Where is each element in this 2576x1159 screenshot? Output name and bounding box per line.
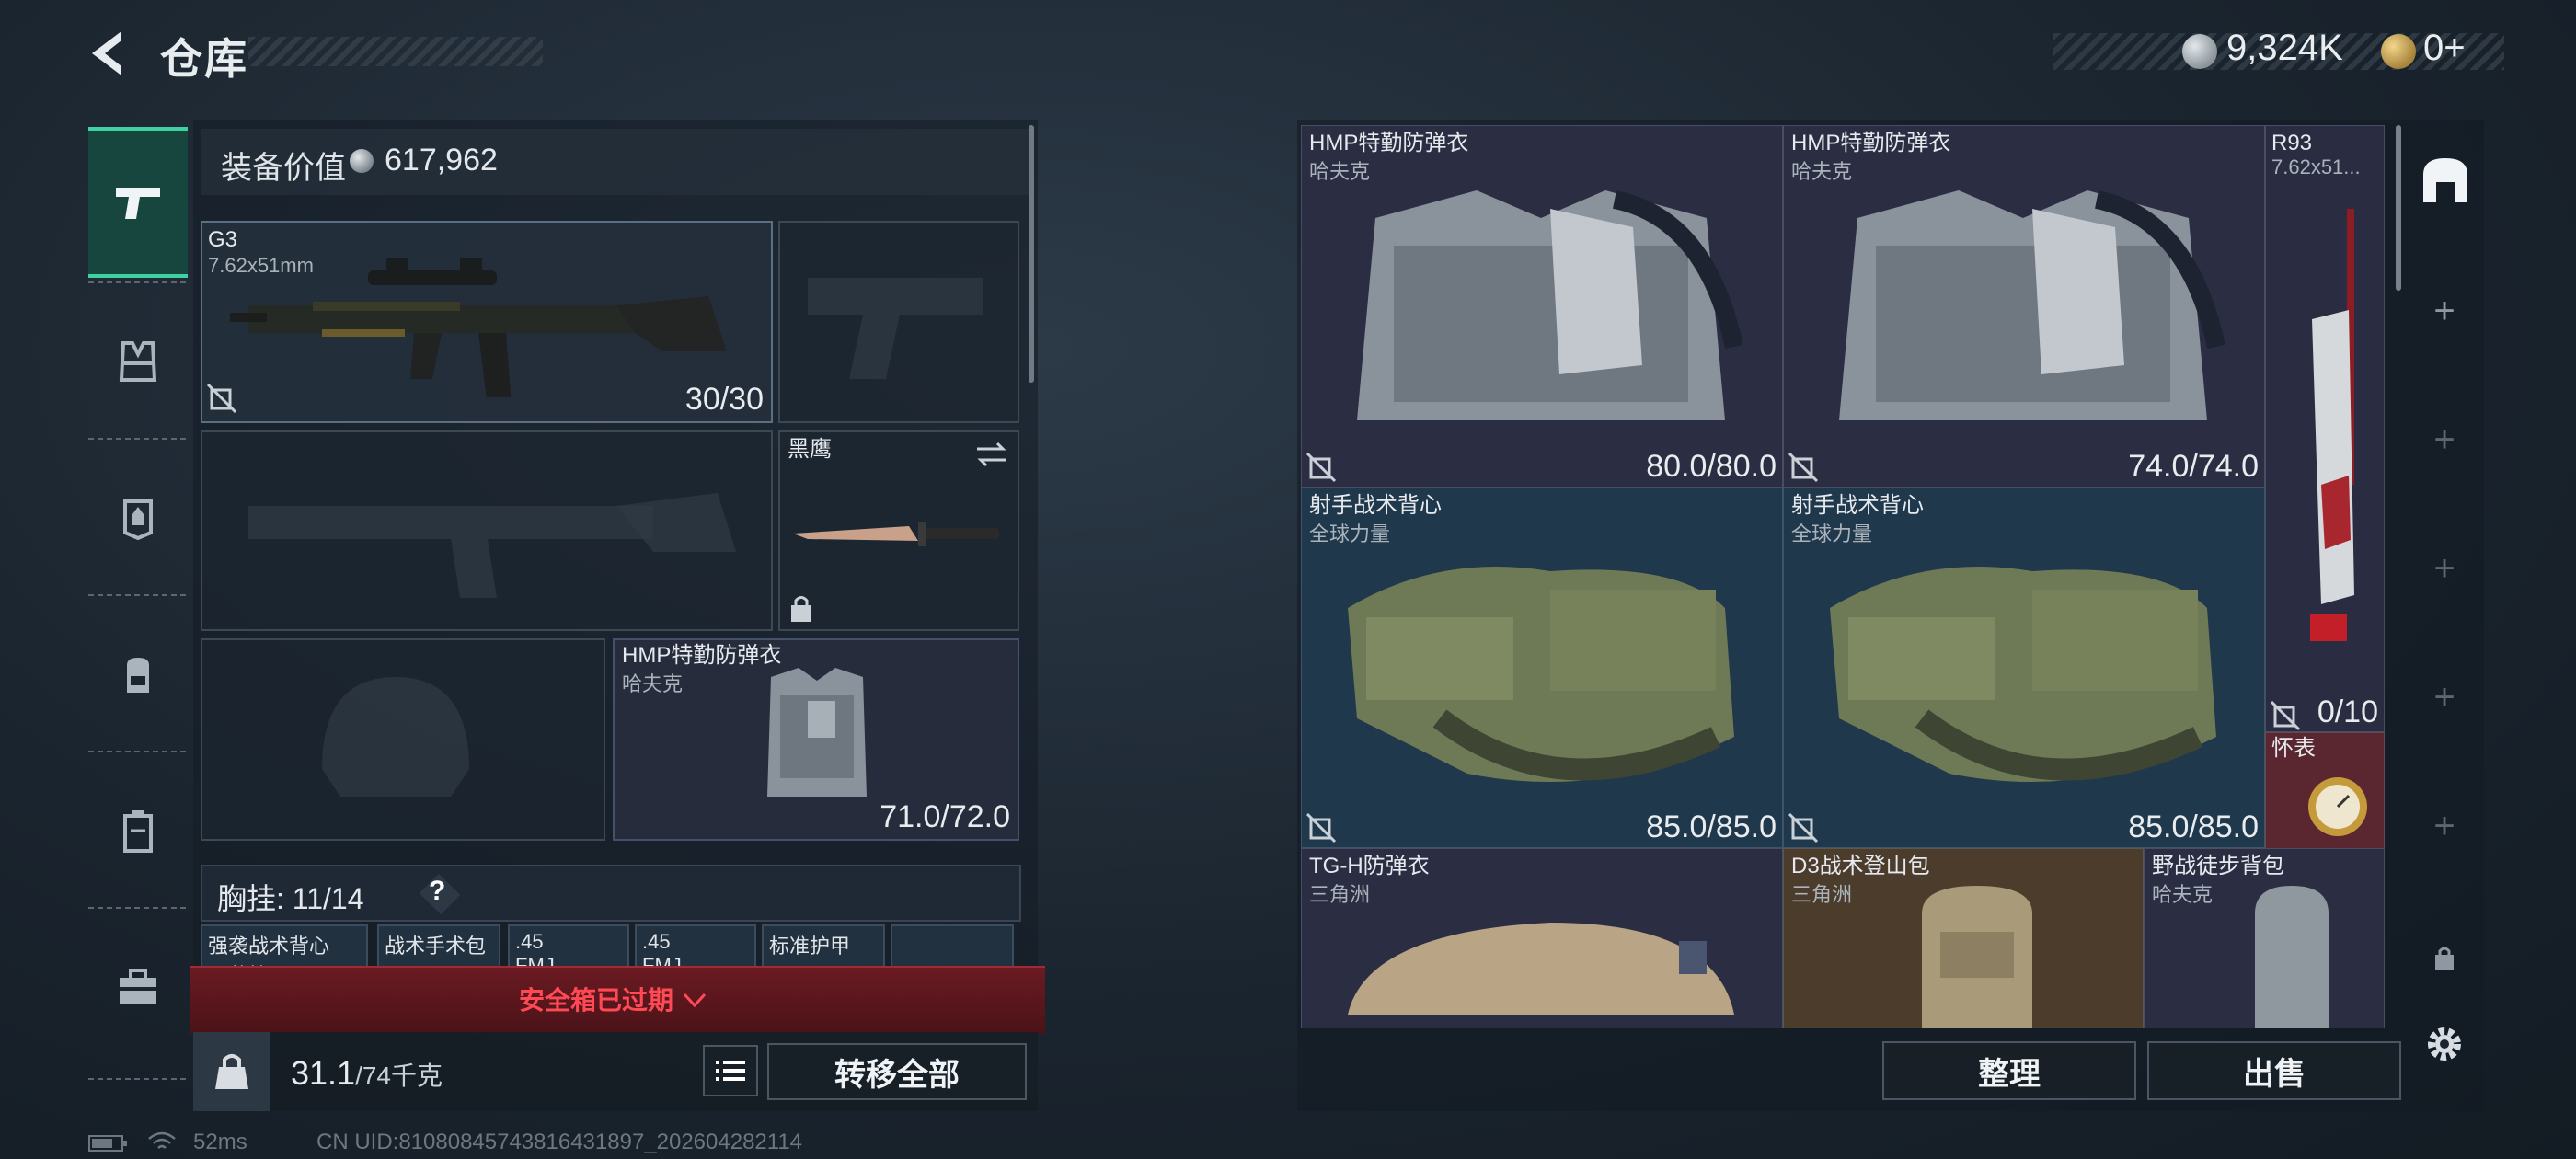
lock-icon bbox=[2435, 947, 2454, 970]
battery-icon bbox=[88, 1135, 127, 1152]
premium-currency-amount[interactable]: 0+ bbox=[2423, 28, 2466, 69]
transfer-all-button[interactable]: 转移全部 bbox=[767, 1043, 1027, 1100]
plus-icon[interactable]: + bbox=[2405, 291, 2484, 332]
rifle-image bbox=[230, 258, 727, 397]
rig-label: 胸挂: 11/14 bbox=[217, 882, 364, 915]
storage-item[interactable]: HMP特勤防弹衣 哈夫克 74.0/74.0 bbox=[1783, 125, 2265, 488]
help-icon[interactable]: ? bbox=[429, 876, 445, 907]
item-brand: 哈夫克 bbox=[622, 672, 684, 695]
vest-image bbox=[1357, 190, 1743, 420]
rifle-placeholder-icon bbox=[248, 493, 736, 598]
storage-item[interactable]: 射手战术背心 全球力量 85.0/85.0 bbox=[1783, 488, 2265, 848]
plus-icon[interactable]: + bbox=[2405, 677, 2484, 718]
storage-item[interactable]: D3战术登山包 三角洲 bbox=[1783, 848, 2144, 1028]
weapon-icon bbox=[116, 188, 160, 219]
chevron-down-icon bbox=[683, 993, 706, 1008]
list-view-button[interactable] bbox=[703, 1045, 758, 1096]
plus-icon[interactable]: + bbox=[2405, 548, 2484, 590]
storage-scrollbar[interactable] bbox=[2396, 125, 2401, 291]
plus-icon[interactable]: + bbox=[2405, 419, 2484, 461]
no-insure-icon bbox=[206, 383, 237, 414]
category-sidebar bbox=[88, 118, 188, 1084]
backpack-icon bbox=[127, 658, 149, 693]
durability: 71.0/72.0 bbox=[880, 799, 1010, 834]
pistol-slot[interactable] bbox=[778, 221, 1019, 423]
helmet-slot[interactable] bbox=[201, 638, 605, 841]
settings-icon[interactable] bbox=[2421, 1021, 2467, 1067]
storage-item[interactable]: 怀表 bbox=[2265, 732, 2385, 852]
carry-weight: 31.1/74千克 bbox=[291, 1054, 443, 1092]
primary-weapon-slot[interactable]: G3 7.62x51mm 30/30 bbox=[201, 221, 773, 423]
case-icon bbox=[123, 810, 153, 853]
chest-rig-image bbox=[1830, 567, 2216, 782]
loadout-value: 617,962 bbox=[385, 143, 498, 178]
chest-rig-image bbox=[1348, 567, 1734, 782]
storage-item[interactable]: 射手战术背心 全球力量 85.0/85.0 bbox=[1301, 488, 1783, 848]
page-title: 仓库 bbox=[160, 35, 248, 83]
sniper-rifle-image bbox=[2310, 209, 2354, 641]
rig-icon bbox=[119, 341, 157, 382]
armor-vest-image bbox=[1348, 923, 1734, 1015]
coin-icon bbox=[350, 149, 374, 173]
loadout-value-label: 装备价值 bbox=[221, 151, 346, 186]
pistol-placeholder-icon bbox=[808, 278, 983, 379]
coin-icon bbox=[2182, 34, 2217, 69]
home-icon bbox=[2423, 158, 2467, 202]
tab-cases[interactable] bbox=[88, 762, 188, 900]
toolbox-icon bbox=[120, 969, 156, 1004]
sell-button[interactable]: 出售 bbox=[2147, 1041, 2401, 1100]
storage-item[interactable]: HMP特勤防弹衣 哈夫克 80.0/80.0 bbox=[1301, 125, 1783, 488]
list-icon bbox=[716, 1061, 745, 1081]
storage-grid: HMP特勤防弹衣 哈夫克 80.0/80.0 HMP特勤防弹衣 哈夫克 74.0… bbox=[1301, 125, 2385, 1028]
title-decoration bbox=[248, 37, 543, 66]
back-button[interactable] bbox=[85, 26, 140, 81]
no-insure-icon bbox=[1305, 812, 1337, 843]
vest-image bbox=[767, 668, 867, 797]
backpack-image bbox=[2255, 886, 2329, 1028]
vest-image bbox=[1839, 190, 2225, 420]
user-uid: CN UID:81080845743816431897_202604282114 bbox=[316, 1130, 803, 1154]
currency-amount: 9,324K bbox=[2226, 28, 2343, 68]
tab-rigs[interactable] bbox=[88, 293, 188, 430]
tab-armor[interactable] bbox=[88, 449, 188, 587]
storage-item[interactable]: R93 7.62x51... 0/10 bbox=[2265, 125, 2385, 732]
item-name: 黑鹰 bbox=[788, 437, 832, 462]
storage-item[interactable]: 野战徒步背包 哈夫克 bbox=[2144, 848, 2385, 1028]
plus-icon[interactable]: + bbox=[2405, 806, 2484, 847]
pocket-watch-image bbox=[2308, 777, 2367, 836]
backpack-image bbox=[1922, 886, 2032, 1028]
knife-image bbox=[793, 522, 999, 546]
melee-slot[interactable]: 黑鹰 bbox=[778, 430, 1019, 631]
no-insure-icon bbox=[1788, 452, 1819, 483]
secondary-weapon-slot[interactable] bbox=[201, 430, 773, 631]
premium-coin-icon bbox=[2381, 34, 2416, 69]
storage-home-tab[interactable] bbox=[2418, 153, 2473, 212]
sort-button[interactable]: 整理 bbox=[1882, 1041, 2136, 1100]
armor-slot[interactable]: HMP特勤防弹衣 哈夫克 71.0/72.0 bbox=[613, 638, 1019, 841]
weight-icon bbox=[215, 1054, 248, 1089]
armor-icon bbox=[123, 499, 153, 540]
storage-page-strip: + + + + + bbox=[2405, 125, 2484, 1111]
wifi-icon bbox=[148, 1131, 176, 1149]
back-arrow-icon bbox=[92, 31, 121, 75]
tab-tools[interactable] bbox=[88, 918, 188, 1056]
ping: 52ms bbox=[193, 1130, 247, 1154]
ammo-count: 30/30 bbox=[684, 382, 764, 417]
swap-icon[interactable] bbox=[973, 440, 1010, 469]
loadout-scrollbar[interactable] bbox=[1029, 125, 1034, 383]
tab-backpacks[interactable] bbox=[88, 605, 188, 743]
lock-icon bbox=[791, 596, 811, 622]
helmet-placeholder-icon bbox=[322, 677, 469, 797]
no-insure-icon bbox=[1788, 812, 1819, 843]
storage-item[interactable]: TG-H防弹衣 三角洲 bbox=[1301, 848, 1783, 1028]
weight-box bbox=[193, 1032, 270, 1111]
no-insure-icon bbox=[1305, 452, 1337, 483]
rig-capacity: 11/14 bbox=[292, 882, 364, 915]
no-insure-icon bbox=[2270, 700, 2301, 731]
tab-weapons[interactable] bbox=[88, 127, 188, 278]
safebox-alert-text: 安全箱已过期 bbox=[519, 981, 708, 1017]
